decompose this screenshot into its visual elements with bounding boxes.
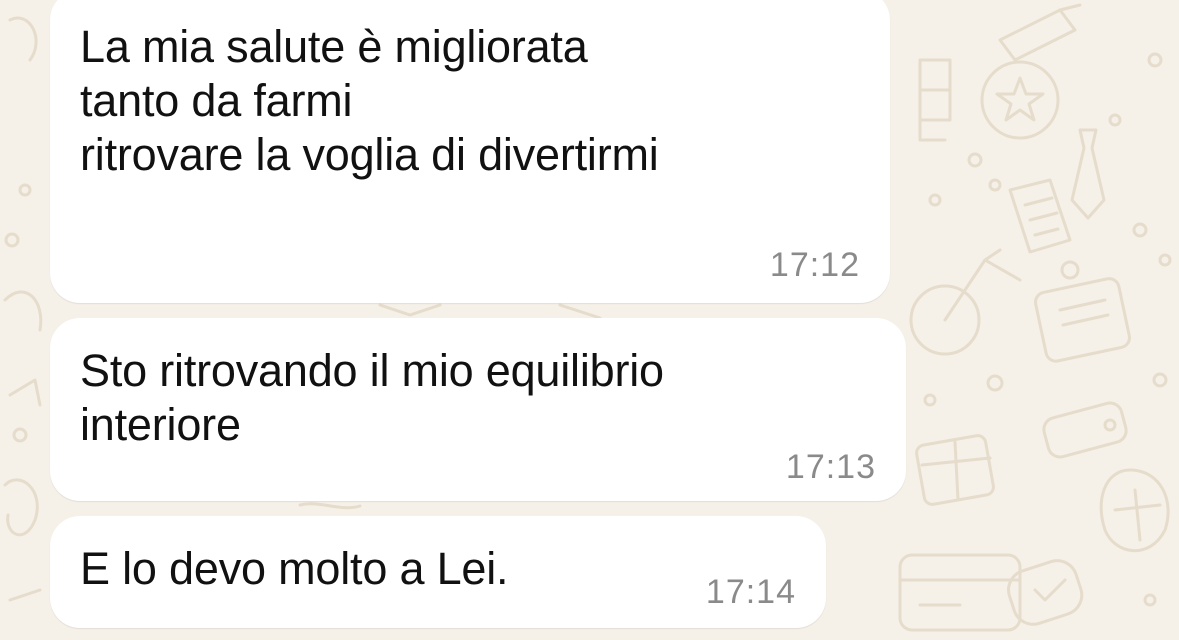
gift-box-doodle-icon: [915, 434, 995, 506]
message-text: Sto ritrovando il mio equilibrio interio…: [80, 345, 664, 450]
message-timestamp: 17:12: [769, 246, 860, 284]
tag-doodle-icon: [1042, 401, 1128, 459]
message-timestamp: 17:14: [705, 573, 796, 611]
flower-doodle-icon: [1099, 468, 1170, 553]
message-timestamp: 17:13: [785, 448, 876, 486]
clock-badge-doodle-icon: [1007, 559, 1084, 626]
wallet-doodle-icon: [898, 553, 1022, 632]
dots-doodle-icon: [923, 52, 1172, 607]
message-bubble[interactable]: La mia salute è migliorata tanto da farm…: [50, 0, 890, 303]
star-badge-doodle-icon: [980, 60, 1060, 140]
message-bubble[interactable]: Sto ritrovando il mio equilibrio interio…: [50, 318, 906, 501]
left-doodles-icon: [3, 16, 43, 602]
message-text: E lo devo molto a Lei.: [80, 543, 509, 594]
grid-doodle-icon: [918, 58, 952, 142]
receipt-doodle-icon: [1008, 178, 1072, 254]
bicycle-doodle-icon: [909, 248, 1022, 356]
message-text: La mia salute è migliorata tanto da farm…: [80, 21, 659, 180]
sticky-note-doodle-icon: [1034, 260, 1131, 363]
pencil-doodle-icon: [998, 3, 1082, 62]
tie-doodle-icon: [1070, 128, 1106, 220]
message-bubble[interactable]: E lo devo molto a Lei. 17:14: [50, 516, 826, 628]
